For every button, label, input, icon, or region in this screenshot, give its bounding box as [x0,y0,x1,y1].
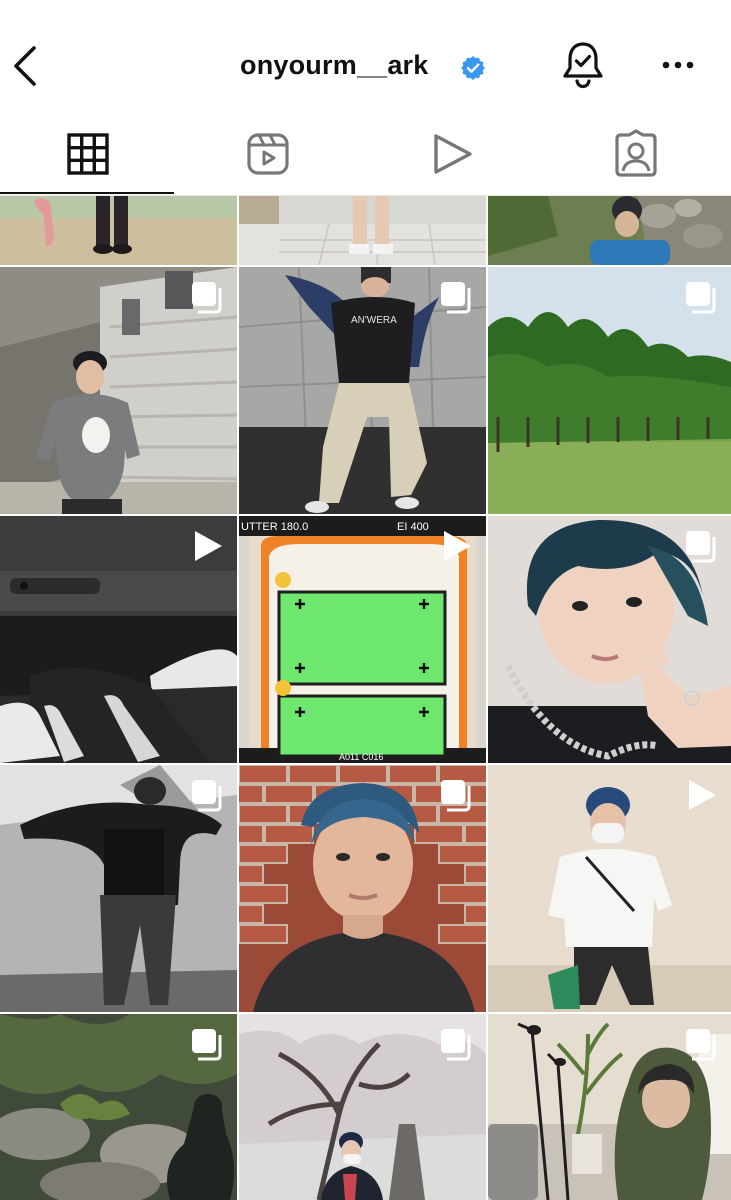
carousel-icon [192,1029,222,1061]
carousel-icon [441,282,471,314]
post-image [488,196,731,265]
tab-videos[interactable] [422,128,482,180]
post-thumbnail[interactable] [488,516,731,763]
post-thumbnail[interactable] [0,267,237,514]
post-thumbnail[interactable] [239,1014,486,1200]
posts-grid: AN'WERA UTTER 180.0 EI 400 A011 C016 [0,196,731,1200]
post-thumbnail[interactable] [0,196,237,265]
carousel-icon [192,780,222,812]
post-thumbnail[interactable]: UTTER 180.0 EI 400 A011 C016 [239,516,486,763]
post-image [0,196,237,265]
post-thumbnail[interactable] [488,267,731,514]
post-thumbnail[interactable] [239,196,486,265]
play-icon [434,134,472,174]
svg-text:AN'WERA: AN'WERA [351,315,397,326]
more-options-button[interactable] [656,50,700,80]
tab-tagged[interactable] [606,128,666,180]
post-thumbnail[interactable] [488,765,731,1012]
tagged-user-icon [615,129,657,177]
post-thumbnail[interactable] [0,1014,237,1200]
post-thumbnail[interactable] [239,765,486,1012]
video-icon [689,780,716,810]
tab-grid[interactable] [58,128,118,180]
video-icon [195,531,222,561]
reels-icon [247,133,289,175]
username-title: onyourm__ark [0,0,731,110]
clip-readout: A011 C016 [339,752,383,762]
username: onyourm__ark [240,50,429,80]
verified-badge-icon [461,56,485,80]
bell-check-icon [563,42,603,89]
post-thumbnail[interactable] [0,765,237,1012]
tab-reels[interactable] [238,128,298,180]
post-thumbnail[interactable] [0,516,237,763]
notifications-button[interactable] [560,40,606,90]
active-tab-indicator [0,192,174,194]
video-icon [444,531,471,561]
carousel-icon [686,1029,716,1061]
carousel-icon [441,1029,471,1061]
post-thumbnail[interactable] [488,1014,731,1200]
grid-icon [67,133,109,175]
shutter-readout: UTTER 180.0 [241,521,308,533]
carousel-icon [192,282,222,314]
more-horizontal-icon [662,61,694,69]
profile-tabs [0,110,731,196]
post-thumbnail[interactable] [488,196,731,265]
carousel-icon [686,282,716,314]
carousel-icon [441,780,471,812]
ei-readout: EI 400 [397,521,429,533]
carousel-icon [686,531,716,563]
post-thumbnail[interactable]: AN'WERA [239,267,486,514]
post-image [239,196,486,265]
